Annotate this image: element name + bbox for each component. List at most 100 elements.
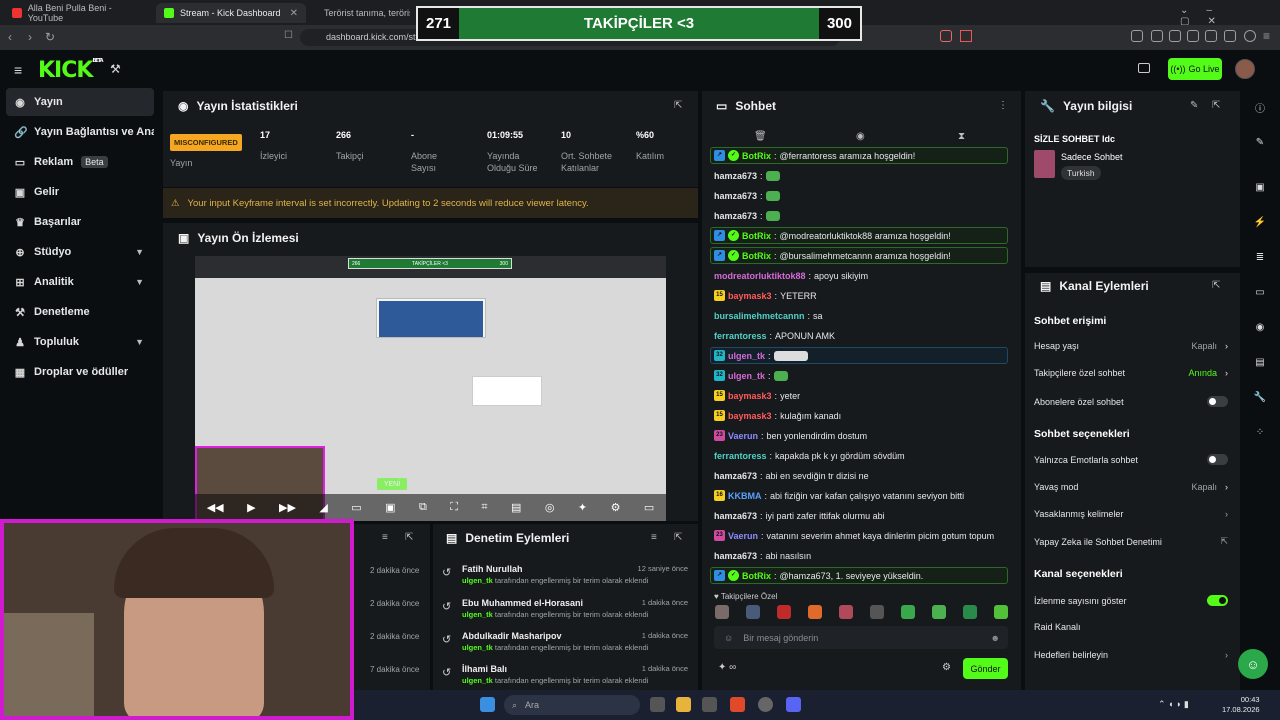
- chat-bubble-icon[interactable]: ◉: [856, 131, 865, 142]
- slow-mode-row[interactable]: Yavaş mod Kapalı ›: [1034, 482, 1228, 492]
- chat-username[interactable]: modreatorluktiktok88: [714, 271, 806, 281]
- forward-icon[interactable]: ▶▶: [279, 501, 296, 514]
- close-tab-icon[interactable]: ✕: [290, 8, 298, 19]
- apps-icon[interactable]: ⁘: [1250, 422, 1270, 442]
- undo-icon[interactable]: ↺: [442, 600, 451, 613]
- crop-icon[interactable]: ⌗: [481, 501, 487, 514]
- monitor-icon[interactable]: ▣: [1250, 177, 1270, 197]
- more-icon[interactable]: ⋮: [998, 100, 1008, 111]
- chat-username[interactable]: BotRix: [742, 151, 771, 161]
- theater-icon[interactable]: ▭: [644, 501, 654, 514]
- go-live-button[interactable]: ((•)) Go Live: [1168, 58, 1222, 80]
- browser-tab-kick[interactable]: Stream - Kick Dashboard ✕: [156, 3, 306, 23]
- filter-icon[interactable]: ≡: [651, 532, 657, 543]
- sidebar-item-revenue[interactable]: ▣ Gelir: [6, 178, 154, 206]
- chat-username[interactable]: hamza673: [714, 551, 757, 561]
- expand-icon[interactable]: ⇱: [674, 100, 682, 111]
- chat-username[interactable]: BotRix: [742, 251, 771, 261]
- send-button[interactable]: Gönder: [963, 658, 1008, 679]
- kick-logo[interactable]: KICKBETA: [38, 58, 104, 83]
- filter-icon[interactable]: ≡: [382, 532, 388, 543]
- avatar[interactable]: [1235, 59, 1255, 79]
- settings-icon[interactable]: ⚙: [611, 501, 621, 514]
- download-icon[interactable]: [1151, 30, 1163, 42]
- chat-username[interactable]: hamza673: [714, 191, 757, 201]
- chat-message[interactable]: ↗ ✓ BotRix: @hamza673, 1. seviyeye yükseldi…: [710, 567, 1008, 584]
- sidebar-item-achievements[interactable]: ♛ Başarılar: [6, 208, 154, 236]
- chat-message[interactable]: ↗ ✓ BotRix: @modreatorluktiktok88 aramıza h…: [710, 227, 1008, 244]
- sidebar-item-community[interactable]: ♟ Topluluk ▼: [6, 328, 154, 356]
- followers-only-row[interactable]: Takipçilere özel sohbet Anında ›: [1034, 368, 1228, 378]
- chat-username[interactable]: hamza673: [714, 471, 757, 481]
- chat-message[interactable]: hamza673:: [714, 187, 1012, 204]
- extension-icon[interactable]: [1131, 30, 1143, 42]
- settings-icon[interactable]: ⚙: [942, 662, 951, 673]
- sidebar-item-studio[interactable]: ⊕ Stüdyo ▼: [6, 238, 154, 266]
- chat-username[interactable]: baymask3: [728, 391, 772, 401]
- expand-icon[interactable]: ⇱: [405, 532, 413, 543]
- support-chat-icon[interactable]: ☺: [1238, 649, 1268, 679]
- emote-icon[interactable]: [777, 605, 791, 619]
- undo-icon[interactable]: ↺: [442, 633, 451, 646]
- brave-shield-icon[interactable]: [940, 30, 952, 42]
- chat-message[interactable]: 32 ulgen_tk:: [714, 367, 1012, 384]
- emoji-icon[interactable]: ☺: [724, 633, 733, 643]
- emote-icon[interactable]: [808, 605, 822, 619]
- chat-username[interactable]: baymask3: [728, 411, 772, 421]
- chat-username[interactable]: ulgen_tk: [728, 351, 765, 361]
- chat-username[interactable]: bursalimehmetcannn: [714, 311, 805, 321]
- menu-icon[interactable]: ≡: [1263, 29, 1270, 43]
- trash-icon[interactable]: 🗑: [754, 131, 767, 142]
- chat-message[interactable]: 15 baymask3: kulağım kanadı: [714, 407, 1012, 424]
- wrench-icon[interactable]: 🔧: [1250, 387, 1270, 407]
- chat-icon[interactable]: ▭: [1250, 282, 1270, 302]
- gift-icon[interactable]: ✦ ∞: [718, 662, 736, 673]
- chat-username[interactable]: hamza673: [714, 171, 757, 181]
- emote-icon[interactable]: [839, 605, 853, 619]
- emote-icon[interactable]: [994, 605, 1008, 619]
- info-icon[interactable]: ⓘ: [1250, 97, 1270, 117]
- chat-username[interactable]: baymask3: [728, 291, 772, 301]
- expand-icon[interactable]: ⇱: [1212, 100, 1220, 111]
- expand-icon[interactable]: ⇱: [674, 532, 682, 543]
- chat-message[interactable]: modreatorluktiktok88: apoyu sikiyim: [714, 267, 1012, 284]
- fullscreen-icon[interactable]: ⛶: [450, 501, 458, 514]
- studio-icon[interactable]: [1138, 63, 1150, 73]
- emote-only-toggle[interactable]: [1207, 454, 1228, 465]
- chat-message[interactable]: ferrantoress: APONUN AMK: [714, 327, 1012, 344]
- banned-words-row[interactable]: Yasaklanmış kelimeler ›: [1034, 509, 1228, 519]
- reload-icon[interactable]: ↻: [45, 30, 55, 44]
- ai-moderation-row[interactable]: Yapay Zeka ile Sohbet Denetimi ⇱: [1034, 536, 1228, 547]
- rewind-icon[interactable]: ◀◀: [207, 501, 224, 514]
- smile-icon[interactable]: ☻: [991, 633, 1000, 643]
- stream-tag[interactable]: Turkish: [1061, 166, 1101, 180]
- quality-icon[interactable]: ◎: [545, 501, 555, 514]
- windows-start-icon[interactable]: [480, 697, 495, 712]
- chat-message[interactable]: hamza673:: [714, 167, 1012, 184]
- taskbar-search[interactable]: ⌕ Ara: [504, 695, 640, 715]
- play-icon[interactable]: ▶: [247, 501, 255, 514]
- sidebar-item-yayin[interactable]: ◉ Yayın: [6, 88, 154, 116]
- chat-username[interactable]: ferrantoress: [714, 331, 767, 341]
- sidebar-item-drops[interactable]: ▦ Droplar ve ödüller: [6, 358, 154, 386]
- pip-icon[interactable]: ⧉: [419, 501, 427, 514]
- chat-username[interactable]: BotRix: [742, 571, 771, 581]
- stats-icon[interactable]: ▤: [511, 501, 521, 514]
- obs-icon[interactable]: [758, 697, 773, 712]
- expand-icon[interactable]: ⇱: [1212, 280, 1220, 291]
- chat-message[interactable]: hamza673: iyi parti zafer ittifak olurmu …: [714, 507, 1012, 524]
- account-age-row[interactable]: Hesap yaşı Kapalı ›: [1034, 341, 1228, 351]
- emote-icon[interactable]: [870, 605, 884, 619]
- chat-username[interactable]: Vaerun: [728, 531, 758, 541]
- edit-icon[interactable]: ✎: [1190, 100, 1198, 111]
- chat-message[interactable]: ↗ ✓ BotRix: @ferrantoress aramıza hoşgeldin…: [710, 147, 1008, 164]
- emote-icon[interactable]: [901, 605, 915, 619]
- shield-icon[interactable]: [1244, 30, 1256, 42]
- store-icon[interactable]: [702, 697, 717, 712]
- stream-category[interactable]: Sadece Sohbet: [1061, 152, 1123, 162]
- window-controls[interactable]: ⌄–▢✕: [1180, 5, 1280, 27]
- emote-icon[interactable]: [932, 605, 946, 619]
- task-view-icon[interactable]: [650, 697, 665, 712]
- edit-icon[interactable]: ✎: [1250, 132, 1270, 152]
- chat-message[interactable]: 16 KKBMA: abi fiziğin var kafan çalışıyo v…: [714, 487, 1012, 504]
